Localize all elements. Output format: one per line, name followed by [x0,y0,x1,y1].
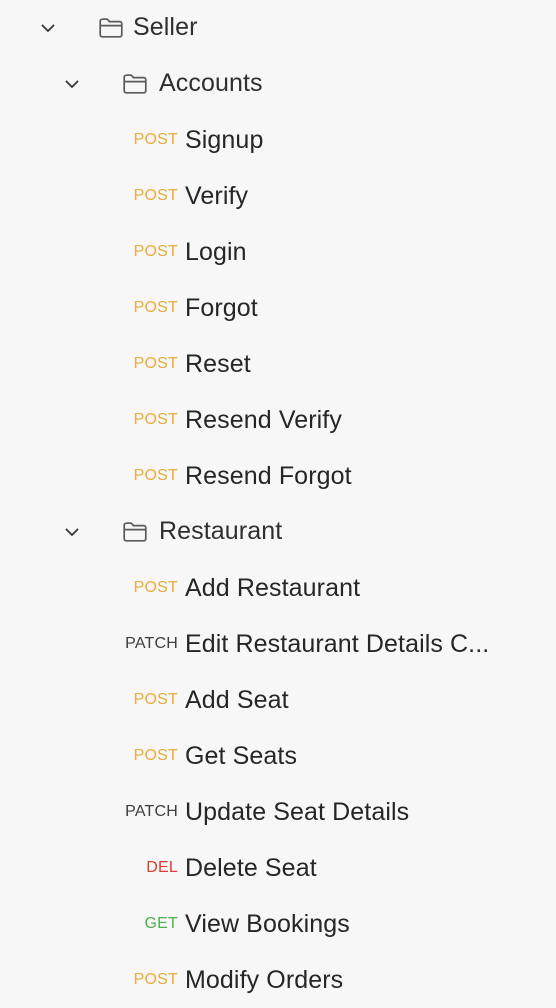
request-method-badge: DEL [146,859,178,876]
request-row-resend-forgot[interactable]: POST Resend Forgot [0,448,556,504]
request-row-modify-orders[interactable]: POST Modify Orders [0,952,556,1008]
request-row-reset[interactable]: POST Reset [0,336,556,392]
request-method-badge: POST [133,299,178,316]
folder-label: Restaurant [159,517,283,545]
chevron-down-icon[interactable] [60,72,84,96]
request-name: Signup [185,125,264,154]
request-name: Resend Forgot [185,461,352,490]
request-name: Delete Seat [185,853,317,882]
folder-icon [122,519,148,545]
folder-label: Accounts [159,69,263,97]
request-row-add-restaurant[interactable]: POST Add Restaurant [0,560,556,616]
folder-row-restaurant[interactable]: Restaurant [0,504,556,560]
api-collection-tree: Seller Accounts POST Signup POST Verify POST Lo… [0,0,556,1008]
request-name: View Bookings [185,909,350,938]
request-row-view-bookings[interactable]: GET View Bookings [0,896,556,952]
request-name: Update Seat Details [185,797,410,826]
request-row-verify[interactable]: POST Verify [0,168,556,224]
request-method-badge: POST [133,411,178,428]
folder-row-accounts[interactable]: Accounts [0,56,556,112]
folder-icon [98,15,124,41]
request-name: Add Seat [185,685,289,714]
folder-row-seller[interactable]: Seller [0,0,556,56]
request-method-badge: PATCH [125,803,178,820]
request-row-edit-restaurant-details-c[interactable]: PATCH Edit Restaurant Details C... [0,616,556,672]
request-name: Login [185,237,247,266]
request-row-login[interactable]: POST Login [0,224,556,280]
request-name: Forgot [185,293,258,322]
folder-icon [122,71,148,97]
request-row-add-seat[interactable]: POST Add Seat [0,672,556,728]
chevron-down-icon[interactable] [36,16,60,40]
request-method-badge: POST [133,187,178,204]
request-method-badge: POST [133,971,178,988]
request-row-signup[interactable]: POST Signup [0,112,556,168]
request-name: Modify Orders [185,965,344,994]
request-row-forgot[interactable]: POST Forgot [0,280,556,336]
request-method-badge: POST [133,243,178,260]
request-name: Reset [185,349,251,378]
chevron-down-icon[interactable] [60,520,84,544]
request-method-badge: POST [133,691,178,708]
request-name: Edit Restaurant Details C... [185,629,490,658]
request-method-badge: GET [144,915,178,932]
request-method-badge: POST [133,467,178,484]
request-row-get-seats[interactable]: POST Get Seats [0,728,556,784]
request-name: Resend Verify [185,405,342,434]
request-name: Verify [185,181,249,210]
request-name: Add Restaurant [185,573,361,602]
request-row-update-seat-details[interactable]: PATCH Update Seat Details [0,784,556,840]
request-row-resend-verify[interactable]: POST Resend Verify [0,392,556,448]
folder-label: Seller [133,13,198,41]
request-method-badge: POST [133,747,178,764]
request-method-badge: POST [133,131,178,148]
request-method-badge: POST [133,579,178,596]
request-name: Get Seats [185,741,298,770]
request-method-badge: PATCH [125,635,178,652]
request-method-badge: POST [133,355,178,372]
request-row-delete-seat[interactable]: DEL Delete Seat [0,840,556,896]
